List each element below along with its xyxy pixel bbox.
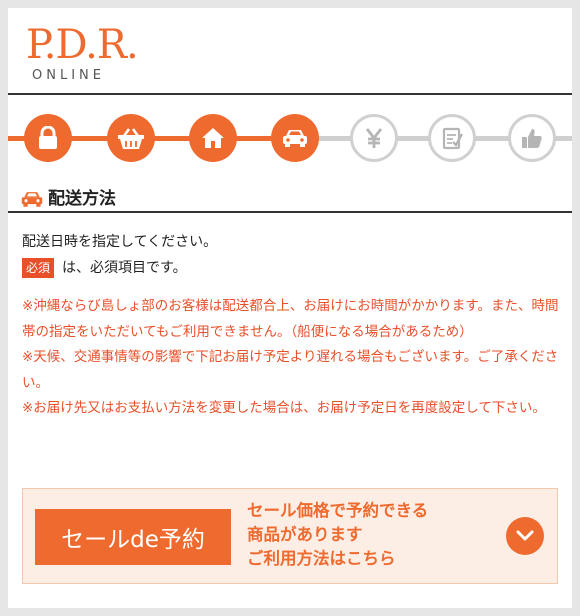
page-card: P.D.R. ONLINE 配送方法 配送日時を指定してください。 必須 は、必… bbox=[8, 8, 572, 608]
banner-line-2: 商品があります bbox=[247, 525, 363, 544]
header-divider bbox=[8, 93, 572, 95]
note-okinawa: ※沖縄ならび島しょ部のお客様は配送都合上、お届けにお時間がかかります。また、時間… bbox=[22, 298, 559, 340]
thumbs-up-icon bbox=[522, 129, 542, 148]
step-checklist bbox=[428, 114, 476, 162]
logo[interactable]: P.D.R. bbox=[26, 23, 139, 67]
note-weather: ※天候、交通事情等の影響で下記お届け予定より遅れる場合もございます。ご了承くださ… bbox=[22, 349, 559, 391]
lock-icon bbox=[39, 126, 57, 149]
section-divider bbox=[8, 211, 572, 213]
sale-reserve-button[interactable]: セールde予約 bbox=[35, 509, 231, 565]
instruction-text: 配送日時を指定してください。 bbox=[22, 234, 218, 250]
step-thumbs-up bbox=[508, 114, 556, 162]
required-legend: 必須 は、必須項目です。 bbox=[22, 257, 187, 279]
site-header: P.D.R. ONLINE bbox=[8, 8, 572, 94]
step-yen bbox=[350, 114, 398, 162]
checkout-progress bbox=[8, 96, 572, 182]
sale-reservation-banner[interactable]: セールde予約 セール価格で予約できる 商品があります ご利用方法はこちら bbox=[22, 488, 558, 584]
logo-subtitle: ONLINE bbox=[32, 68, 105, 83]
step-house bbox=[189, 114, 237, 162]
house-icon bbox=[202, 128, 224, 148]
delivery-notes: ※沖縄ならび島しょ部のお客様は配送都合上、お届けにお時間がかかります。また、時間… bbox=[22, 294, 562, 422]
expand-button[interactable] bbox=[506, 517, 544, 555]
basket-icon bbox=[118, 128, 144, 149]
step-car bbox=[271, 114, 319, 162]
car-icon bbox=[21, 192, 43, 207]
chevron-down-icon bbox=[516, 530, 534, 541]
checklist-icon bbox=[442, 127, 463, 150]
car-icon bbox=[283, 130, 307, 147]
step-basket bbox=[107, 114, 155, 162]
banner-line-3: ご利用方法はこちら bbox=[247, 549, 396, 568]
sale-banner-text: セール価格で予約できる 商品があります ご利用方法はこちら bbox=[247, 499, 428, 571]
required-badge: 必須 bbox=[22, 258, 55, 278]
section-title: 配送方法 bbox=[48, 189, 116, 209]
step-lock bbox=[24, 114, 72, 162]
note-change-address: ※お届け先又はお支払い方法を変更した場合は、お届け予定日を再度設定して下さい。 bbox=[22, 400, 546, 416]
required-legend-text: は、必須項目です。 bbox=[62, 260, 187, 276]
banner-line-1: セール価格で予約できる bbox=[247, 501, 429, 520]
yen-icon bbox=[365, 128, 383, 148]
